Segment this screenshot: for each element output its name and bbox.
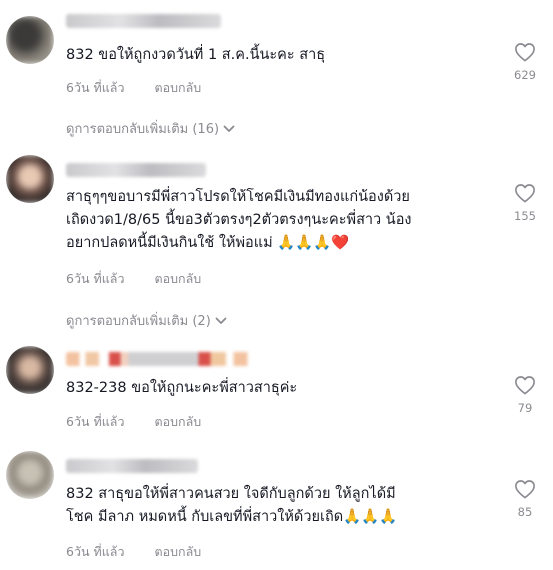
reply-button[interactable]: ตอบกลับ bbox=[154, 414, 201, 429]
comment-text: สาธุๆๆขอบารมีพี่สาวโปรดให้โชคมีเงินมีทอง… bbox=[66, 189, 412, 251]
comment-meta: 6วัน ที่แล้ว ตอบกลับ bbox=[66, 78, 201, 98]
heart-outline-icon bbox=[515, 184, 535, 203]
like-count: 79 bbox=[517, 401, 533, 415]
username[interactable] bbox=[66, 352, 261, 366]
like-button[interactable]: 155 bbox=[505, 183, 545, 223]
comment-text: 832 ขอให้ถูกงวดวันที่ 1 ส.ค.นี้นะคะ สาธุ bbox=[66, 47, 326, 63]
reply-button[interactable]: ตอบกลับ bbox=[154, 80, 201, 95]
like-count: 155 bbox=[514, 209, 536, 223]
chevron-down-icon bbox=[215, 314, 227, 329]
comment-time: 6วัน ที่แล้ว bbox=[66, 271, 125, 286]
heart-outline-icon bbox=[515, 376, 535, 395]
avatar[interactable] bbox=[6, 155, 54, 203]
comment-text: 832 สาธุขอให้พี่สาวคนสวย ใจดีกับลูกด้วย … bbox=[66, 486, 398, 525]
reply-button[interactable]: ตอบกลับ bbox=[154, 544, 201, 559]
comment-time: 6วัน ที่แล้ว bbox=[66, 544, 125, 559]
avatar[interactable] bbox=[6, 16, 54, 64]
heart-outline-icon bbox=[515, 480, 535, 499]
comment-time: 6วัน ที่แล้ว bbox=[66, 414, 125, 429]
comment-text: 832-238 ขอให้ถูกนะคะพี่สาวสาธุค่ะ bbox=[66, 380, 298, 396]
avatar[interactable] bbox=[6, 451, 54, 499]
username[interactable] bbox=[66, 14, 221, 28]
like-button[interactable]: 629 bbox=[505, 42, 545, 82]
avatar[interactable] bbox=[6, 346, 54, 394]
chevron-down-icon bbox=[223, 122, 235, 137]
like-button[interactable]: 79 bbox=[505, 375, 545, 415]
comment-time: 6วัน ที่แล้ว bbox=[66, 80, 125, 95]
username[interactable] bbox=[66, 163, 206, 177]
comment-meta: 6วัน ที่แล้ว ตอบกลับ bbox=[66, 269, 201, 289]
username[interactable] bbox=[66, 459, 198, 473]
comment-meta: 6วัน ที่แล้ว ตอบกลับ bbox=[66, 412, 201, 432]
like-count: 629 bbox=[514, 68, 536, 82]
heart-outline-icon bbox=[515, 43, 535, 62]
view-more-replies[interactable]: ดูการตอบกลับเพิ่มเติม (2) bbox=[66, 310, 227, 331]
like-button[interactable]: 85 bbox=[505, 479, 545, 519]
view-more-replies[interactable]: ดูการตอบกลับเพิ่มเติม (16) bbox=[66, 118, 235, 139]
comment-meta: 6วัน ที่แล้ว ตอบกลับ bbox=[66, 542, 201, 562]
reply-button[interactable]: ตอบกลับ bbox=[154, 271, 201, 286]
like-count: 85 bbox=[517, 505, 533, 519]
